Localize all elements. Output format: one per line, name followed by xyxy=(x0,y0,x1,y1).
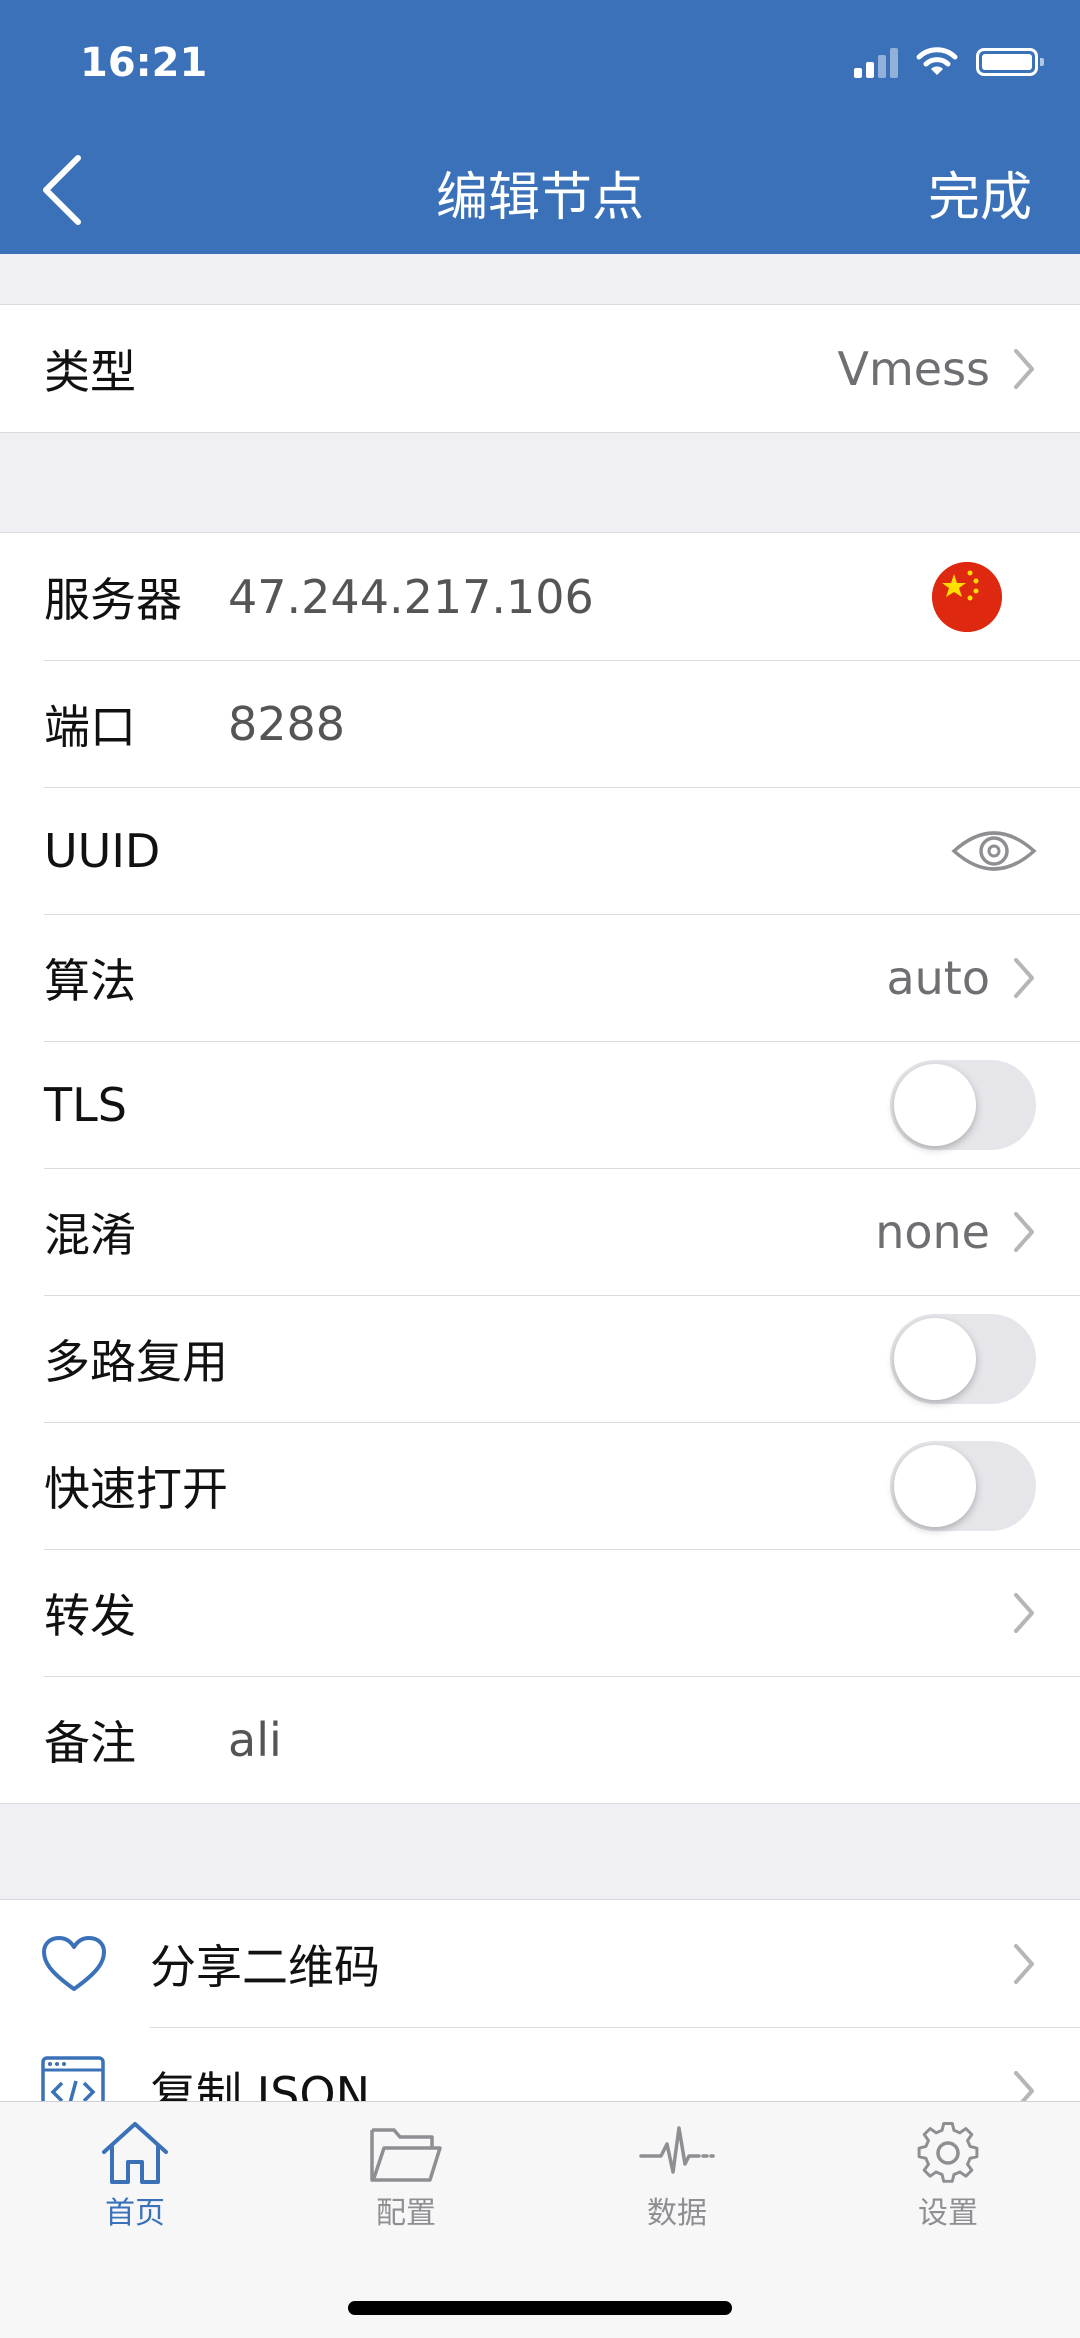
tls-row: TLS xyxy=(0,1041,1080,1168)
status-time: 16:21 xyxy=(80,40,208,86)
chevron-right-icon xyxy=(1014,1592,1034,1633)
forward-label: 转发 xyxy=(44,1588,136,1643)
algorithm-label: 算法 xyxy=(44,953,136,1008)
node-form-section: 服务器 47.244.217.106 端口 8288 UUID 算法 auto … xyxy=(0,532,1080,1804)
toggle-knob xyxy=(894,1444,976,1527)
navigation-header: 16:21 编辑节点 完成 xyxy=(0,0,1080,254)
tab-data[interactable]: 数据 xyxy=(577,2120,777,2232)
type-row[interactable]: 类型 Vmess xyxy=(0,305,1080,432)
toggle-knob xyxy=(894,1317,976,1400)
tab-settings[interactable]: 设置 xyxy=(848,2120,1048,2232)
server-row[interactable]: 服务器 47.244.217.106 xyxy=(0,533,1080,660)
type-label: 类型 xyxy=(44,344,136,399)
folder-icon xyxy=(370,2128,442,2182)
obfs-value: none xyxy=(875,1204,990,1259)
mux-row: 多路复用 xyxy=(0,1295,1080,1422)
page-title: 编辑节点 xyxy=(435,168,644,228)
obfs-label: 混淆 xyxy=(44,1207,136,1262)
remark-input[interactable]: ali xyxy=(228,1713,282,1767)
port-row[interactable]: 端口 8288 xyxy=(0,660,1080,787)
server-input[interactable]: 47.244.217.106 xyxy=(228,570,594,624)
mux-label: 多路复用 xyxy=(44,1334,228,1389)
chevron-right-icon xyxy=(1014,957,1034,998)
share-qr-label: 分享二维码 xyxy=(150,1939,380,1994)
algorithm-row[interactable]: 算法 auto xyxy=(0,914,1080,1041)
eye-icon[interactable] xyxy=(950,821,1038,881)
china-flag-icon xyxy=(932,561,1002,632)
server-label: 服务器 xyxy=(44,572,182,627)
fast-open-toggle[interactable] xyxy=(890,1440,1036,1531)
algorithm-value: auto xyxy=(886,950,990,1005)
tls-label: TLS xyxy=(44,1077,127,1132)
chevron-right-icon xyxy=(1014,1211,1034,1252)
uuid-label: UUID xyxy=(44,823,161,878)
port-label: 端口 xyxy=(44,699,136,754)
share-qr-row[interactable]: 分享二维码 xyxy=(0,1900,1080,2027)
obfs-row[interactable]: 混淆 none xyxy=(0,1168,1080,1295)
chevron-right-icon xyxy=(1014,348,1034,389)
fast-open-row: 快速打开 xyxy=(0,1422,1080,1549)
tls-toggle[interactable] xyxy=(890,1059,1036,1150)
gear-icon xyxy=(917,2122,979,2183)
mux-toggle[interactable] xyxy=(890,1313,1036,1404)
wifi-icon xyxy=(916,47,958,75)
tab-settings-label: 设置 xyxy=(918,2196,978,2231)
type-section: 类型 Vmess xyxy=(0,304,1080,433)
status-icons xyxy=(854,46,1044,78)
forward-row[interactable]: 转发 xyxy=(0,1549,1080,1676)
toggle-knob xyxy=(894,1063,976,1146)
remark-row[interactable]: 备注 ali xyxy=(0,1676,1080,1803)
app-root: 16:21 编辑节点 完成 类型 Vmess 服务器 47.244.217.10… xyxy=(0,0,1080,2338)
fast-open-label: 快速打开 xyxy=(44,1461,228,1516)
cellular-signal-icon xyxy=(854,46,898,78)
battery-icon xyxy=(976,48,1044,76)
remark-label: 备注 xyxy=(44,1715,136,1770)
done-button[interactable]: 完成 xyxy=(928,155,1032,230)
home-icon xyxy=(102,2122,168,2184)
tab-data-label: 数据 xyxy=(647,2196,707,2231)
tab-home[interactable]: 首页 xyxy=(35,2120,235,2232)
tab-config[interactable]: 配置 xyxy=(306,2120,506,2232)
tab-home-label: 首页 xyxy=(105,2196,165,2231)
chevron-right-icon xyxy=(1014,1943,1034,1984)
port-input[interactable]: 8288 xyxy=(228,697,345,751)
tab-config-label: 配置 xyxy=(376,2196,436,2231)
type-value: Vmess xyxy=(837,341,990,396)
heart-icon xyxy=(42,1935,106,1991)
home-indicator xyxy=(348,2301,732,2315)
pulse-icon xyxy=(639,2126,715,2174)
uuid-row[interactable]: UUID xyxy=(0,787,1080,914)
